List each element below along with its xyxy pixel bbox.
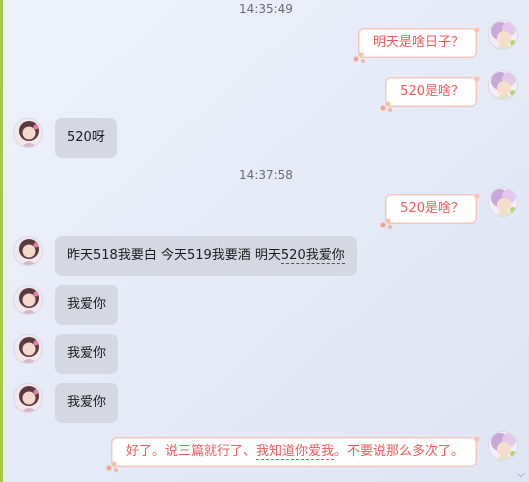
- avatar-self[interactable]: [488, 20, 518, 50]
- avatar-self-image: [489, 188, 517, 216]
- message-text: 520是啥？: [400, 201, 464, 216]
- avatar-contact-image: [14, 335, 42, 363]
- message-text: 520呀: [67, 130, 105, 145]
- scroll-down-icon[interactable]: ⌵: [515, 470, 527, 480]
- message-text: 我爱你: [67, 346, 107, 361]
- timestamp: 14:37:58: [239, 168, 293, 182]
- message-text-highlight[interactable]: 520我爱你: [280, 248, 345, 264]
- incoming-message[interactable]: 昨天518我要白 今天519我要酒 明天520我爱你: [55, 236, 357, 276]
- avatar-contact[interactable]: [13, 285, 43, 315]
- message-text: 我爱你: [67, 395, 107, 410]
- avatar-contact[interactable]: [13, 383, 43, 413]
- incoming-message[interactable]: 520呀: [55, 118, 117, 158]
- chat-history[interactable]: 14:35:49 明天是啥日子？ 520是啥？ 520呀 14:37:58 52…: [3, 0, 529, 482]
- incoming-message[interactable]: 我爱你: [55, 334, 119, 374]
- avatar-contact[interactable]: [13, 118, 43, 148]
- outgoing-message[interactable]: 好了。说三篇就行了、我知道你爱我。不要说那么多次了。: [104, 434, 483, 472]
- avatar-self[interactable]: [488, 70, 518, 100]
- outgoing-message[interactable]: 明天是啥日子？: [351, 25, 483, 63]
- message-text: 我爱你: [67, 297, 107, 312]
- message-text: 好了。说三篇就行了、: [125, 444, 256, 459]
- incoming-message[interactable]: 我爱你: [55, 383, 119, 423]
- avatar-contact-image: [14, 286, 42, 314]
- avatar-contact[interactable]: [13, 236, 43, 266]
- avatar-contact-image: [14, 384, 42, 412]
- avatar-self-image: [489, 71, 517, 99]
- avatar-contact-image: [14, 119, 42, 147]
- message-text: 明天是啥日子？: [372, 35, 464, 50]
- avatar-self[interactable]: [488, 431, 518, 461]
- message-text-highlight[interactable]: 我知道你爱我: [255, 444, 334, 460]
- message-text: 520是啥？: [400, 84, 464, 99]
- incoming-message[interactable]: 我爱你: [55, 285, 119, 325]
- avatar-self-image: [489, 432, 517, 460]
- avatar-contact-image: [14, 237, 42, 265]
- outgoing-message[interactable]: 520是啥？: [379, 191, 482, 229]
- outgoing-message[interactable]: 520是啥？: [379, 74, 482, 112]
- avatar-contact[interactable]: [13, 334, 43, 364]
- avatar-self-image: [489, 21, 517, 49]
- message-text: 。不要说那么多次了。: [333, 444, 464, 459]
- avatar-self[interactable]: [488, 187, 518, 217]
- timestamp: 14:35:49: [239, 2, 293, 16]
- message-text: 昨天518我要白 今天519我要酒 明天: [67, 248, 281, 263]
